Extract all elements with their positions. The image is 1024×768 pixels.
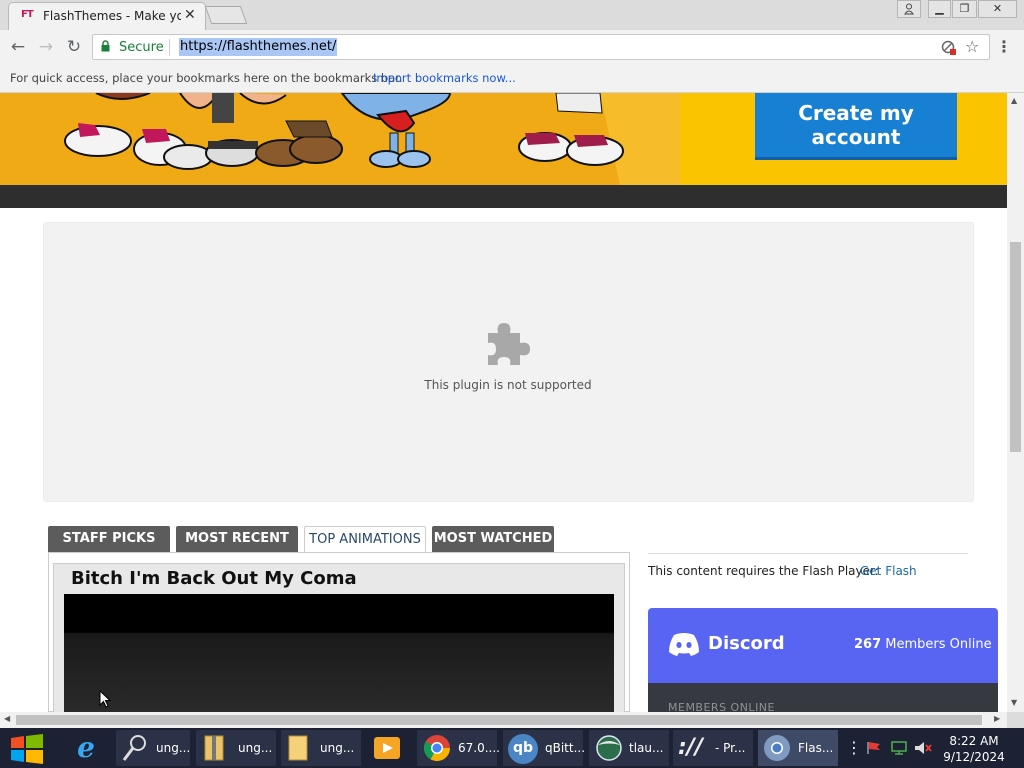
secure-label: Secure — [119, 40, 164, 55]
forward-arrow-icon[interactable]: → — [34, 36, 58, 60]
video-title[interactable]: Bitch I'm Back Out My Coma — [71, 568, 357, 589]
taskbar-item-label: - Pr... — [715, 741, 746, 755]
scrollbar-corner — [1007, 712, 1024, 728]
tab-most-watched[interactable]: MOST WATCHED — [432, 526, 554, 552]
taskbar-item-label: 67.0.... — [458, 741, 500, 755]
action-center-flag-icon[interactable] — [866, 741, 882, 755]
clock-time: 8:22 AM — [949, 734, 999, 748]
magnifier-app-icon — [122, 735, 146, 761]
online-count-label: Members Online — [885, 637, 992, 652]
back-arrow-icon[interactable]: ← — [6, 36, 30, 60]
lock-icon — [101, 40, 110, 52]
flash-required-text: This content requires the Flash Player: — [648, 564, 879, 578]
terminal-slash-icon: :// — [678, 735, 703, 760]
taskbar-item-label: tlau... — [629, 741, 664, 755]
nav-bar — [0, 185, 1007, 208]
horizontal-scroll-thumb[interactable] — [16, 715, 982, 725]
clock-date: 9/12/2024 — [943, 750, 1005, 764]
launcher-globe-icon — [596, 735, 622, 761]
windows-start-icon[interactable] — [11, 734, 43, 764]
tab-close-icon[interactable]: ✕ — [184, 7, 196, 23]
bookmarks-bar: For quick access, place your bookmarks h… — [0, 65, 1024, 93]
blocked-plugin-icon[interactable] — [941, 40, 957, 56]
get-flash-link[interactable]: Get Flash — [860, 564, 917, 578]
create-account-button[interactable]: Create my account — [755, 93, 957, 160]
bookmark-star-icon[interactable]: ☆ — [965, 37, 979, 56]
profile-icon[interactable] — [897, 0, 921, 18]
bookmarks-hint: For quick access, place your bookmarks h… — [10, 71, 403, 85]
cartoon-characters-illustration — [64, 93, 680, 185]
menu-kebab-icon[interactable]: ⋮ — [996, 37, 1012, 56]
tab-staff-picks[interactable]: STAFF PICKS — [48, 526, 170, 552]
scroll-right-arrow-icon[interactable]: ▶ — [994, 714, 1000, 723]
taskbar-overflow-icon[interactable]: ⋮ — [846, 738, 862, 757]
omnibox-divider — [169, 39, 170, 56]
mouse-cursor-icon — [99, 690, 111, 708]
tab-title: FlashThemes - Make you — [43, 9, 181, 23]
import-bookmarks-link[interactable]: Import bookmarks now... — [373, 71, 516, 85]
internet-explorer-icon[interactable]: e — [68, 731, 104, 765]
media-player-icon[interactable] — [372, 734, 402, 762]
chrome-icon — [423, 735, 451, 762]
folder-icon — [288, 735, 308, 761]
scroll-up-arrow-icon[interactable]: ▲ — [1011, 96, 1017, 105]
minimize-button[interactable]: ▁ — [928, 0, 951, 18]
tab-top-animations[interactable]: TOP ANIMATIONS — [304, 526, 426, 552]
divider — [648, 553, 968, 554]
network-icon[interactable] — [890, 741, 908, 755]
url-text[interactable]: https://flashthemes.net/ — [179, 38, 338, 56]
taskbar-item-label: ung... — [156, 741, 191, 755]
new-tab-button[interactable] — [204, 6, 248, 24]
reload-icon[interactable]: ↻ — [62, 36, 86, 60]
scroll-left-arrow-icon[interactable]: ◀ — [4, 714, 10, 723]
discord-logo-icon — [669, 633, 699, 656]
vertical-scroll-thumb[interactable] — [1010, 242, 1021, 452]
discord-wordmark: Discord — [708, 633, 785, 654]
plugin-not-supported-text: This plugin is not supported — [424, 378, 592, 392]
taskbar-item-label: qBitt... — [545, 741, 586, 755]
browser-tab[interactable]: FT FlashThemes - Make you ✕ — [8, 2, 206, 30]
tab-most-recent[interactable]: MOST RECENT — [176, 526, 298, 552]
window-close-button[interactable]: ✕ — [978, 0, 1017, 18]
taskbar-item-label: ung... — [238, 741, 273, 755]
taskbar-item-label: Flas... — [798, 741, 834, 755]
puzzle-piece-icon — [488, 323, 530, 365]
scroll-down-arrow-icon[interactable]: ▼ — [1011, 698, 1017, 707]
zip-folder-icon — [204, 735, 224, 761]
system-clock[interactable]: 8:22 AM 9/12/2024 — [935, 733, 1013, 765]
taskbar-item-label: ung... — [320, 741, 355, 755]
volume-muted-icon[interactable] — [914, 741, 932, 755]
online-count-number: 267 — [854, 637, 882, 652]
flashthemes-favicon-icon: FT — [21, 9, 34, 20]
chromium-icon — [764, 735, 790, 761]
restore-button[interactable]: ❐ — [952, 0, 977, 18]
qbittorrent-icon: qb — [508, 734, 538, 764]
address-bar[interactable]: Secure https://flashthemes.net/ ☆ — [92, 34, 990, 60]
discord-online-count: 267 Members Online — [854, 637, 992, 652]
video-player[interactable] — [64, 594, 614, 712]
